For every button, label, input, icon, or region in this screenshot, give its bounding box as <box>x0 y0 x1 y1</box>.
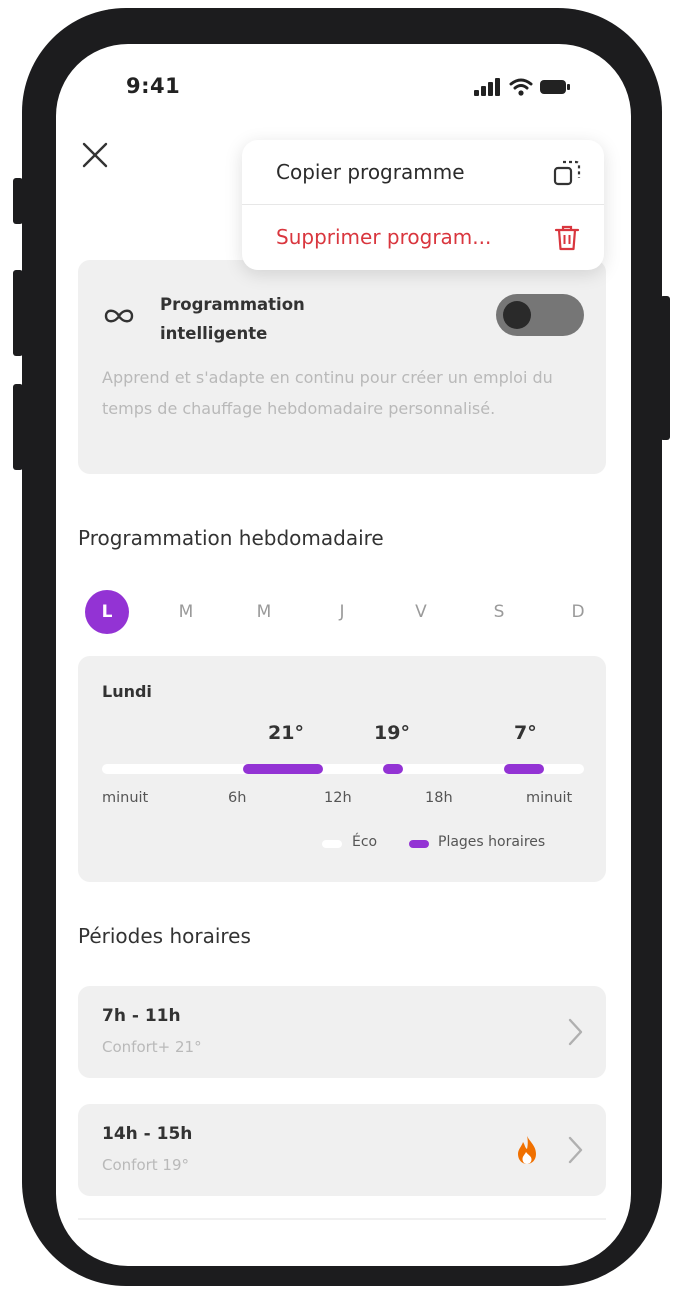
smart-programming-card: Programmation intelligente Apprend et s'… <box>78 260 606 474</box>
time-slot-segment <box>242 764 323 774</box>
status-icons <box>474 78 570 96</box>
period-mode: Confort+ 21° <box>102 1038 202 1056</box>
chevron-right-icon <box>568 1136 583 1164</box>
legend-eco-label: Éco <box>352 834 378 850</box>
delete-program-item[interactable]: Supprimer program... <box>242 205 604 269</box>
temp-label-3: 7° <box>514 722 537 744</box>
tick-label: 18h <box>425 790 453 806</box>
time-slot-segment <box>383 764 404 774</box>
legend-eco-swatch <box>322 840 342 848</box>
volume-up-button <box>13 270 23 356</box>
battery-icon <box>540 80 570 94</box>
smart-title-line2: intelligente <box>160 324 268 343</box>
smart-programming-description: Apprend et s'adapte en continu pour crée… <box>102 368 553 418</box>
toggle-knob <box>503 301 531 329</box>
period-range: 7h - 11h <box>102 1006 181 1026</box>
legend-slots-swatch <box>409 840 429 848</box>
trash-icon <box>554 225 580 251</box>
day-saturday[interactable]: S <box>477 590 521 634</box>
screen: 9:41 Programmation intelligente Apprend … <box>56 44 631 1266</box>
smart-programming-toggle[interactable] <box>496 294 584 336</box>
day-thursday[interactable]: J <box>320 590 364 634</box>
period-range: 14h - 15h <box>102 1124 193 1144</box>
legend-slots-label: Plages horaires <box>438 834 546 850</box>
temp-label-2: 19° <box>374 722 410 744</box>
timeline-track <box>102 764 584 774</box>
smart-programming-title: Programmation intelligente <box>160 290 305 348</box>
close-icon[interactable] <box>78 138 112 172</box>
delete-program-label: Supprimer program... <box>276 225 492 249</box>
day-friday[interactable]: V <box>399 590 443 634</box>
infinity-icon <box>104 309 134 323</box>
status-time: 9:41 <box>126 74 181 98</box>
context-menu: Copier programme Supprimer program... <box>242 140 604 270</box>
bottom-divider <box>78 1218 606 1220</box>
time-slot-segment <box>503 764 544 774</box>
copy-program-item[interactable]: Copier programme <box>242 140 604 204</box>
chevron-right-icon <box>568 1018 583 1046</box>
tick-label: 12h <box>324 790 352 806</box>
smart-title-line1: Programmation <box>160 295 305 314</box>
tick-label: minuit <box>102 790 149 806</box>
signal-icon <box>474 78 500 96</box>
day-wednesday[interactable]: M <box>242 590 286 634</box>
day-selector: L M M J V S D <box>78 590 608 634</box>
volume-down-button <box>13 384 23 470</box>
temp-label-1: 21° <box>268 722 304 744</box>
period-item[interactable]: 7h - 11h Confort+ 21° <box>78 986 606 1078</box>
copy-icon <box>553 160 581 186</box>
weekly-programming-title: Programmation hebdomadaire <box>78 526 384 550</box>
period-mode: Confort 19° <box>102 1156 190 1174</box>
day-tuesday[interactable]: M <box>164 590 208 634</box>
wifi-icon <box>509 78 533 96</box>
mute-switch <box>13 178 23 224</box>
day-schedule-card: Lundi 21° 19° 7° minuit 6h 12h 18h minui… <box>78 656 606 882</box>
flame-icon <box>518 1136 536 1164</box>
period-item[interactable]: 14h - 15h Confort 19° <box>78 1104 606 1196</box>
schedule-day-name: Lundi <box>102 682 152 701</box>
tick-label: 6h <box>228 790 247 806</box>
periods-title: Périodes horaires <box>78 924 251 948</box>
day-sunday[interactable]: D <box>556 590 600 634</box>
day-monday[interactable]: L <box>85 590 129 634</box>
power-button <box>660 296 670 440</box>
tick-label: minuit <box>526 790 573 806</box>
copy-program-label: Copier programme <box>276 160 465 184</box>
